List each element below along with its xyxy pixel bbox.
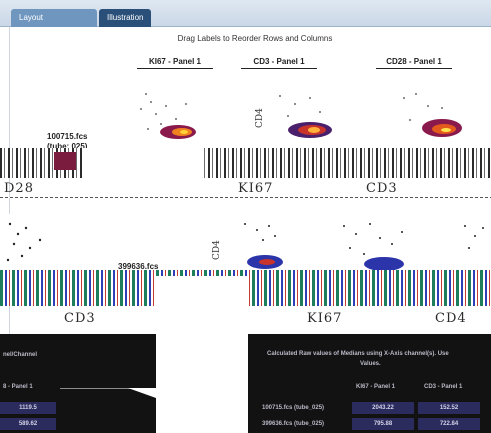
- table-right-file-2: 399636.fcs (tube_025): [262, 421, 325, 427]
- density-plot-r1-ki67: [126, 84, 214, 144]
- table-left-value-2: 589.62: [0, 418, 56, 430]
- table-left-divider: [60, 388, 140, 389]
- render-artifact-block: [54, 152, 76, 170]
- x-axis-label-ki67-r2: KI67: [307, 311, 343, 326]
- table-left-column: 8 - Panel 1: [3, 384, 33, 390]
- render-artifact-gap-2: [156, 276, 248, 342]
- y-axis-label-cd4: CD4: [255, 108, 265, 128]
- table-right-r1-cd3: 152.52: [418, 402, 480, 414]
- table-right-col-cd3: CD3 - Panel 1: [424, 384, 463, 390]
- axis-baseline-1: [0, 197, 491, 198]
- x-axis-label-cd4-r2: CD4: [435, 311, 467, 326]
- column-label-cd28[interactable]: CD28 - Panel 1: [376, 57, 452, 69]
- density-plot-r2-cd4: [455, 214, 491, 274]
- column-label-ki67[interactable]: KI67 - Panel 1: [137, 57, 213, 69]
- table-right-r1-ki67: 2043.22: [352, 402, 414, 414]
- x-axis-label-cd3: CD3: [366, 181, 398, 196]
- density-plot-r1-cd28: [376, 84, 468, 144]
- table-right-header: Calculated Raw values of Medians using X…: [267, 351, 449, 357]
- tab-layout-placeholders[interactable]: Layout Placeholders: [11, 9, 97, 40]
- density-plot-r2-ki67: [330, 214, 422, 274]
- table-right-r2-ki67: 795.88: [352, 418, 414, 430]
- row-label-100715[interactable]: 100715.fcs: [47, 132, 88, 141]
- tab-bar: Layout Placeholders Illustration: [0, 0, 491, 40]
- table-right-header-2: Values.: [360, 361, 381, 367]
- column-label-cd3[interactable]: CD3 - Panel 1: [241, 57, 317, 69]
- table-right-r2-cd3: 722.84: [418, 418, 480, 430]
- table-left-value-1: 1119.5: [0, 402, 56, 414]
- table-left-header: nel/Channel: [3, 352, 38, 358]
- density-plot-r2-cd3: CD4: [205, 214, 297, 274]
- table-right-col-ki67: KI67 - Panel 1: [356, 384, 396, 390]
- tab-illustration[interactable]: Illustration: [99, 9, 151, 27]
- svg-text:CD4: CD4: [212, 240, 222, 260]
- density-plot-r2-left: [0, 214, 70, 274]
- table-right-file-1: 100715.fcs (tube_025): [262, 405, 325, 411]
- x-axis-label-ki67: KI67: [238, 181, 274, 196]
- x-axis-label-left-d28: D28: [4, 181, 34, 196]
- reorder-instructions: Drag Labels to Reorder Rows and Columns: [177, 34, 333, 43]
- x-axis-label-cd3-r2: CD3: [64, 311, 96, 326]
- density-plot-r1-cd3: CD4: [250, 84, 342, 144]
- render-artifact-gap: [84, 148, 202, 178]
